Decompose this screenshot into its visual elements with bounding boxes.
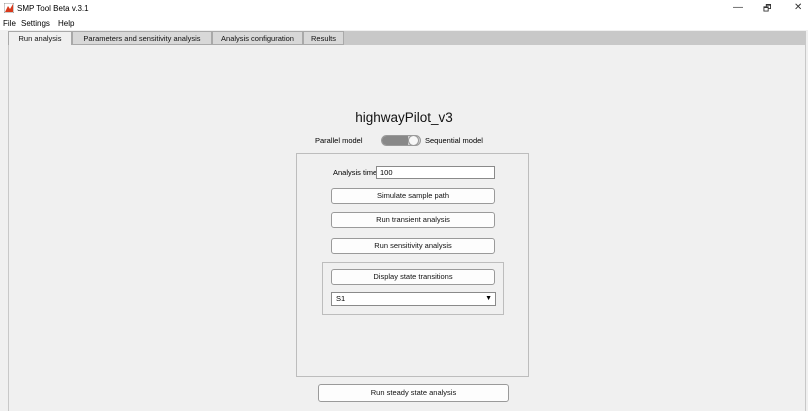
- menu-file[interactable]: File: [3, 19, 16, 28]
- model-type-toggle-row: Parallel model Sequential model: [0, 135, 808, 147]
- sequential-model-label: Sequential model: [425, 136, 483, 145]
- dropdown-arrow-icon[interactable]: ▼: [485, 293, 492, 305]
- display-state-transitions-button[interactable]: Display state transitions: [331, 269, 495, 285]
- restore-icon[interactable]: 🗗: [763, 2, 771, 14]
- tab-strip: Run analysis Parameters and sensitivity …: [8, 31, 806, 46]
- tab-results[interactable]: Results: [303, 31, 344, 45]
- close-icon[interactable]: ✕: [794, 2, 802, 14]
- window-title: SMP Tool Beta v.3.1: [17, 4, 89, 13]
- parallel-model-label: Parallel model: [315, 136, 363, 145]
- menu-bar: File Settings Help: [0, 18, 808, 30]
- tab-run-analysis[interactable]: Run analysis: [8, 31, 72, 46]
- app-logo-icon: [4, 3, 14, 13]
- tab-parameters-sensitivity[interactable]: Parameters and sensitivity analysis: [72, 31, 212, 45]
- tab-analysis-configuration[interactable]: Analysis configuration: [212, 31, 303, 45]
- title-bar: SMP Tool Beta v.3.1 — 🗗 ✕: [0, 0, 808, 18]
- run-sensitivity-analysis-button[interactable]: Run sensitivity analysis: [331, 238, 495, 254]
- run-transient-analysis-button[interactable]: Run transient analysis: [331, 212, 495, 228]
- switch-track-fill: [382, 136, 408, 145]
- menu-help[interactable]: Help: [58, 19, 74, 28]
- model-name-heading: highwayPilot_v3: [355, 110, 453, 125]
- state-select-dropdown[interactable]: S1 ▼: [331, 292, 496, 306]
- simulate-sample-path-button[interactable]: Simulate sample path: [331, 188, 495, 204]
- run-steady-state-analysis-button[interactable]: Run steady state analysis: [318, 384, 509, 402]
- menu-settings[interactable]: Settings: [21, 19, 50, 28]
- switch-knob[interactable]: [408, 135, 419, 146]
- state-select-value: S1: [336, 294, 346, 303]
- minimize-icon[interactable]: —: [733, 2, 743, 14]
- analysis-time-input[interactable]: [376, 166, 495, 179]
- model-type-switch[interactable]: [381, 135, 421, 146]
